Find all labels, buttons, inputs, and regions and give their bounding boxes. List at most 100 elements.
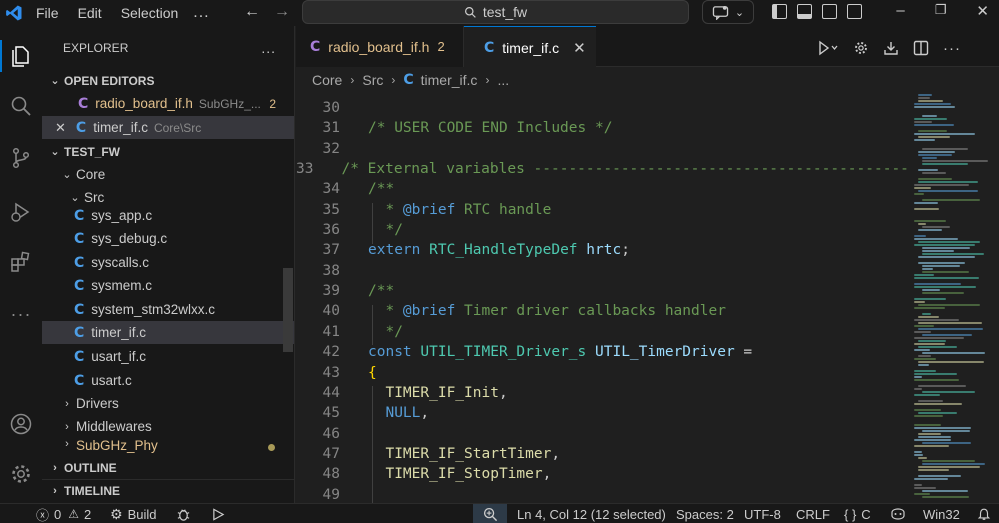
toggle-secondary-sidebar-icon[interactable] xyxy=(822,4,837,19)
zoom-icon[interactable] xyxy=(473,504,507,523)
c-file-icon: C xyxy=(74,230,85,247)
run-debug-dropdown-icon[interactable] xyxy=(817,40,839,60)
platform[interactable]: Win32 xyxy=(923,504,960,523)
minimap-line xyxy=(918,340,946,342)
breadcrumb-item[interactable]: ... xyxy=(497,72,509,88)
minimap-line xyxy=(914,388,922,390)
breadcrumb-item[interactable]: Core xyxy=(312,72,342,88)
extensions-icon[interactable] xyxy=(0,242,42,282)
forward-arrow-icon[interactable]: → xyxy=(274,3,290,21)
encoding[interactable]: UTF-8 xyxy=(744,504,781,523)
copilot-button[interactable]: ⌄ xyxy=(702,0,754,24)
outline-section[interactable]: › OUTLINE xyxy=(42,456,294,479)
folder-drivers[interactable]: › Drivers xyxy=(42,392,294,415)
folder-label: SubGHz_Phy xyxy=(76,438,158,453)
more-actions-icon[interactable]: ··· xyxy=(943,40,961,60)
search-activity-icon[interactable] xyxy=(0,86,42,126)
code-line: 43{ xyxy=(322,365,377,381)
minimap-line xyxy=(914,394,940,396)
indentation[interactable]: Spaces: 2 xyxy=(676,504,734,523)
build-button[interactable]: ⚙ Build xyxy=(110,504,156,523)
minimap-line xyxy=(918,256,975,258)
open-editor-timer-if[interactable]: ✕ C timer_if.c Core\Src xyxy=(42,116,294,139)
sidebar-scrollbar[interactable] xyxy=(283,268,293,352)
minimap-line xyxy=(914,202,938,204)
minimap-line xyxy=(914,424,941,426)
command-center-search[interactable]: test_fw xyxy=(302,0,689,24)
toggle-primary-sidebar-icon[interactable] xyxy=(772,4,787,19)
close-tab-icon[interactable]: ✕ xyxy=(573,39,586,57)
vscode-logo-icon[interactable] xyxy=(2,0,26,26)
minimize-icon[interactable]: – xyxy=(896,2,904,20)
breadcrumb-item[interactable]: Src xyxy=(362,72,383,88)
explorer-more-icon[interactable]: ... xyxy=(261,40,276,56)
split-editor-icon[interactable] xyxy=(913,40,929,60)
tab-radio-board-if[interactable]: C radio_board_if.h 2 xyxy=(296,26,464,67)
restore-icon[interactable]: ❐ xyxy=(935,2,947,20)
manage-gear-icon[interactable] xyxy=(0,454,42,494)
timeline-section[interactable]: › TIMELINE xyxy=(42,479,294,502)
project-section[interactable]: ⌄ TEST_FW xyxy=(42,140,294,163)
run-debug-icon[interactable] xyxy=(0,192,42,232)
minimap-line xyxy=(914,286,976,288)
file-item[interactable]: C usart.c xyxy=(42,369,294,392)
file-item[interactable]: C system_stm32wlxx.c xyxy=(42,298,294,321)
toggle-panel-icon[interactable] xyxy=(797,4,812,19)
accounts-icon[interactable] xyxy=(0,404,42,444)
minimap-line xyxy=(914,478,948,480)
minimap-line xyxy=(918,364,929,366)
end-of-line[interactable]: CRLF xyxy=(796,504,830,523)
file-item[interactable]: C syscalls.c xyxy=(42,251,294,274)
code-line: 48 TIMER_IF_StopTimer, xyxy=(322,466,552,482)
minimap-line xyxy=(918,241,980,243)
debug-bug-icon[interactable] xyxy=(176,504,191,523)
minimap-line xyxy=(918,178,952,180)
file-name: usart.c xyxy=(91,373,132,388)
folder-label: Core xyxy=(76,167,106,182)
c-file-icon: C xyxy=(75,119,87,136)
file-item[interactable]: C sysmem.c xyxy=(42,274,294,297)
minimap-line xyxy=(922,271,969,273)
folder-middlewares[interactable]: › Middlewares xyxy=(42,415,294,438)
menu-more-icon[interactable]: ... xyxy=(193,4,209,22)
cursor-position[interactable]: Ln 4, Col 12 (12 selected) xyxy=(517,504,666,523)
chevron-down-icon[interactable]: ⌄ xyxy=(735,6,744,19)
title-bar: File Edit Selection ... ← → test_fw ⌄ – … xyxy=(0,0,999,26)
code-editor[interactable]: 30 31/* USER CODE END Includes */ 32 33/… xyxy=(296,92,910,503)
minimap-line xyxy=(914,427,971,429)
folder-subghz-phy[interactable]: › SubGHz_Phy xyxy=(42,438,294,454)
file-item[interactable]: C sys_debug.c xyxy=(42,227,294,250)
notifications-bell-icon[interactable] xyxy=(977,504,991,523)
folder-label: Drivers xyxy=(76,396,119,411)
close-editor-icon[interactable]: ✕ xyxy=(55,120,66,136)
tab-timer-if[interactable]: C timer_if.c ✕ xyxy=(464,26,596,68)
explorer-icon[interactable] xyxy=(0,36,42,76)
folder-core[interactable]: ⌄ Core xyxy=(42,163,294,186)
c-file-icon: C xyxy=(74,207,85,224)
settings-gear-icon[interactable] xyxy=(853,40,869,60)
file-item[interactable]: C usart_if.c xyxy=(42,345,294,368)
back-arrow-icon[interactable]: ← xyxy=(244,3,260,21)
menu-file[interactable]: File xyxy=(36,5,59,21)
minimap-line xyxy=(922,490,968,492)
menu-selection[interactable]: Selection xyxy=(121,5,179,21)
open-editor-radio-board-if[interactable]: C radio_board_if.h SubGHz_... 2 xyxy=(42,92,294,115)
language-mode[interactable]: { } C xyxy=(844,504,871,523)
minimap[interactable] xyxy=(910,92,999,503)
minimap-line xyxy=(918,457,927,459)
more-views-icon[interactable]: ··· xyxy=(0,294,42,334)
remote-indicator-icon[interactable] xyxy=(890,504,906,523)
download-icon[interactable] xyxy=(883,40,899,60)
breadcrumb-item[interactable]: timer_if.c xyxy=(421,72,478,88)
close-window-icon[interactable]: ✕ xyxy=(976,2,989,20)
file-item-selected[interactable]: C timer_if.c xyxy=(42,321,294,344)
open-editors-section[interactable]: ⌄ OPEN EDITORS xyxy=(42,69,294,92)
menu-edit[interactable]: Edit xyxy=(78,5,102,21)
customize-layout-icon[interactable] xyxy=(847,4,862,19)
run-icon[interactable] xyxy=(212,504,225,523)
source-control-icon[interactable] xyxy=(0,138,42,178)
file-item[interactable]: C sys_app.c xyxy=(42,204,294,227)
minimap-line xyxy=(914,487,936,489)
problems-indicator[interactable]: ⓧ 0 ⚠ 2 xyxy=(36,504,91,523)
minimap-line xyxy=(914,220,946,222)
